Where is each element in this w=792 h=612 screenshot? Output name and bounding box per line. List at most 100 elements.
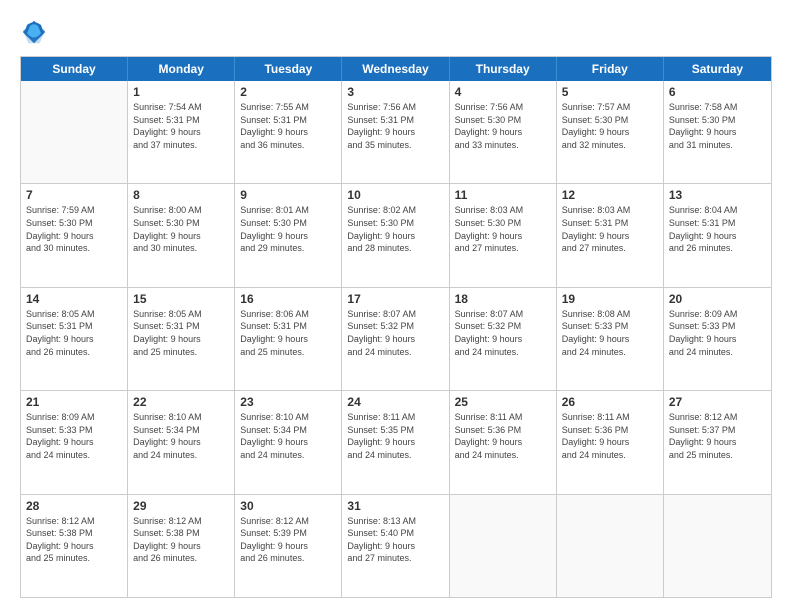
day-number: 26 [562, 395, 658, 409]
day-cell-30: 30 Sunrise: 8:12 AM Sunset: 5:39 PM Dayli… [235, 495, 342, 597]
day-info: Sunrise: 8:03 AM Sunset: 5:31 PM Dayligh… [562, 204, 658, 254]
day-number: 6 [669, 85, 766, 99]
day-cell-28: 28Sunrise: 8:12 AM Sunset: 5:38 PM Dayli… [21, 495, 128, 597]
day-cell-7: 7 Sunrise: 7:59 AM Sunset: 5:30 PM Daylig… [21, 184, 128, 286]
calendar: SundayMondayTuesdayWednesdayThursdayFrid… [20, 56, 772, 598]
day-cell-23: 23 Sunrise: 8:10 AM Sunset: 5:34 PM Dayli… [235, 391, 342, 493]
calendar-header: SundayMondayTuesdayWednesdayThursdayFrid… [21, 57, 771, 81]
day-info: Sunrise: 8:02 AM Sunset: 5:30 PM Dayligh… [347, 204, 443, 254]
day-info: Sunrise: 8:07 AM Sunset: 5:32 PM Dayligh… [455, 308, 551, 358]
day-info: Sunrise: 8:12 AM Sunset: 5:39 PM Dayligh… [240, 515, 336, 565]
day-cell-20: 20Sunrise: 8:09 AM Sunset: 5:33 PM Dayli… [664, 288, 771, 390]
day-number: 9 [240, 188, 336, 202]
header-day-tuesday: Tuesday [235, 57, 342, 81]
header-day-thursday: Thursday [450, 57, 557, 81]
day-number: 18 [455, 292, 551, 306]
day-number: 29 [133, 499, 229, 513]
day-number: 22 [133, 395, 229, 409]
day-cell-18: 18 Sunrise: 8:07 AM Sunset: 5:32 PM Dayli… [450, 288, 557, 390]
empty-cell-4-5 [557, 495, 664, 597]
day-info: Sunrise: 8:08 AM Sunset: 5:33 PM Dayligh… [562, 308, 658, 358]
day-cell-10: 10Sunrise: 8:02 AM Sunset: 5:30 PM Dayli… [342, 184, 449, 286]
header-day-friday: Friday [557, 57, 664, 81]
day-number: 31 [347, 499, 443, 513]
day-info: Sunrise: 8:05 AM Sunset: 5:31 PM Dayligh… [26, 308, 122, 358]
day-info: Sunrise: 8:11 AM Sunset: 5:36 PM Dayligh… [562, 411, 658, 461]
day-cell-31: 31 Sunrise: 8:13 AM Sunset: 5:40 PM Dayli… [342, 495, 449, 597]
day-number: 8 [133, 188, 229, 202]
day-info: Sunrise: 7:58 AM Sunset: 5:30 PM Dayligh… [669, 101, 766, 151]
day-info: Sunrise: 8:03 AM Sunset: 5:30 PM Dayligh… [455, 204, 551, 254]
day-cell-12: 12 Sunrise: 8:03 AM Sunset: 5:31 PM Dayli… [557, 184, 664, 286]
day-info: Sunrise: 8:00 AM Sunset: 5:30 PM Dayligh… [133, 204, 229, 254]
day-info: Sunrise: 8:05 AM Sunset: 5:31 PM Dayligh… [133, 308, 229, 358]
logo [20, 18, 52, 46]
day-cell-11: 11Sunrise: 8:03 AM Sunset: 5:30 PM Dayli… [450, 184, 557, 286]
day-cell-3: 3 Sunrise: 7:56 AM Sunset: 5:31 PM Daylig… [342, 81, 449, 183]
day-number: 19 [562, 292, 658, 306]
day-number: 3 [347, 85, 443, 99]
day-cell-15: 15Sunrise: 8:05 AM Sunset: 5:31 PM Dayli… [128, 288, 235, 390]
empty-cell-4-4 [450, 495, 557, 597]
day-cell-14: 14 Sunrise: 8:05 AM Sunset: 5:31 PM Dayli… [21, 288, 128, 390]
header [20, 18, 772, 46]
calendar-body: 1Sunrise: 7:54 AM Sunset: 5:31 PM Daylig… [21, 81, 771, 597]
day-number: 13 [669, 188, 766, 202]
empty-cell-0-0 [21, 81, 128, 183]
day-cell-24: 24 Sunrise: 8:11 AM Sunset: 5:35 PM Dayli… [342, 391, 449, 493]
header-day-sunday: Sunday [21, 57, 128, 81]
day-cell-25: 25Sunrise: 8:11 AM Sunset: 5:36 PM Dayli… [450, 391, 557, 493]
logo-icon [20, 18, 48, 46]
day-info: Sunrise: 8:13 AM Sunset: 5:40 PM Dayligh… [347, 515, 443, 565]
header-day-saturday: Saturday [664, 57, 771, 81]
day-info: Sunrise: 8:11 AM Sunset: 5:35 PM Dayligh… [347, 411, 443, 461]
day-info: Sunrise: 8:12 AM Sunset: 5:38 PM Dayligh… [26, 515, 122, 565]
empty-cell-4-6 [664, 495, 771, 597]
day-info: Sunrise: 8:10 AM Sunset: 5:34 PM Dayligh… [133, 411, 229, 461]
header-day-wednesday: Wednesday [342, 57, 449, 81]
day-number: 12 [562, 188, 658, 202]
page: SundayMondayTuesdayWednesdayThursdayFrid… [0, 0, 792, 612]
day-cell-16: 16 Sunrise: 8:06 AM Sunset: 5:31 PM Dayli… [235, 288, 342, 390]
day-number: 5 [562, 85, 658, 99]
day-info: Sunrise: 7:59 AM Sunset: 5:30 PM Dayligh… [26, 204, 122, 254]
day-number: 16 [240, 292, 336, 306]
day-cell-29: 29Sunrise: 8:12 AM Sunset: 5:38 PM Dayli… [128, 495, 235, 597]
day-info: Sunrise: 7:56 AM Sunset: 5:30 PM Dayligh… [455, 101, 551, 151]
day-info: Sunrise: 7:56 AM Sunset: 5:31 PM Dayligh… [347, 101, 443, 151]
day-info: Sunrise: 8:01 AM Sunset: 5:30 PM Dayligh… [240, 204, 336, 254]
day-info: Sunrise: 8:06 AM Sunset: 5:31 PM Dayligh… [240, 308, 336, 358]
day-cell-22: 22 Sunrise: 8:10 AM Sunset: 5:34 PM Dayli… [128, 391, 235, 493]
day-cell-9: 9 Sunrise: 8:01 AM Sunset: 5:30 PM Daylig… [235, 184, 342, 286]
day-info: Sunrise: 8:07 AM Sunset: 5:32 PM Dayligh… [347, 308, 443, 358]
week-row-2: 14 Sunrise: 8:05 AM Sunset: 5:31 PM Dayli… [21, 288, 771, 391]
day-number: 1 [133, 85, 229, 99]
day-cell-4: 4Sunrise: 7:56 AM Sunset: 5:30 PM Daylig… [450, 81, 557, 183]
day-number: 25 [455, 395, 551, 409]
day-cell-21: 21 Sunrise: 8:09 AM Sunset: 5:33 PM Dayli… [21, 391, 128, 493]
day-info: Sunrise: 7:57 AM Sunset: 5:30 PM Dayligh… [562, 101, 658, 151]
week-row-1: 7 Sunrise: 7:59 AM Sunset: 5:30 PM Daylig… [21, 184, 771, 287]
day-cell-19: 19 Sunrise: 8:08 AM Sunset: 5:33 PM Dayli… [557, 288, 664, 390]
day-number: 24 [347, 395, 443, 409]
day-cell-17: 17 Sunrise: 8:07 AM Sunset: 5:32 PM Dayli… [342, 288, 449, 390]
day-cell-6: 6 Sunrise: 7:58 AM Sunset: 5:30 PM Daylig… [664, 81, 771, 183]
header-day-monday: Monday [128, 57, 235, 81]
day-number: 17 [347, 292, 443, 306]
day-cell-5: 5 Sunrise: 7:57 AM Sunset: 5:30 PM Daylig… [557, 81, 664, 183]
day-info: Sunrise: 8:04 AM Sunset: 5:31 PM Dayligh… [669, 204, 766, 254]
day-number: 14 [26, 292, 122, 306]
day-number: 7 [26, 188, 122, 202]
day-info: Sunrise: 8:09 AM Sunset: 5:33 PM Dayligh… [26, 411, 122, 461]
day-cell-2: 2Sunrise: 7:55 AM Sunset: 5:31 PM Daylig… [235, 81, 342, 183]
day-info: Sunrise: 8:09 AM Sunset: 5:33 PM Dayligh… [669, 308, 766, 358]
day-number: 23 [240, 395, 336, 409]
day-number: 30 [240, 499, 336, 513]
day-info: Sunrise: 8:10 AM Sunset: 5:34 PM Dayligh… [240, 411, 336, 461]
day-info: Sunrise: 8:12 AM Sunset: 5:37 PM Dayligh… [669, 411, 766, 461]
day-info: Sunrise: 7:55 AM Sunset: 5:31 PM Dayligh… [240, 101, 336, 151]
day-cell-1: 1Sunrise: 7:54 AM Sunset: 5:31 PM Daylig… [128, 81, 235, 183]
day-cell-26: 26 Sunrise: 8:11 AM Sunset: 5:36 PM Dayli… [557, 391, 664, 493]
week-row-0: 1Sunrise: 7:54 AM Sunset: 5:31 PM Daylig… [21, 81, 771, 184]
day-number: 21 [26, 395, 122, 409]
